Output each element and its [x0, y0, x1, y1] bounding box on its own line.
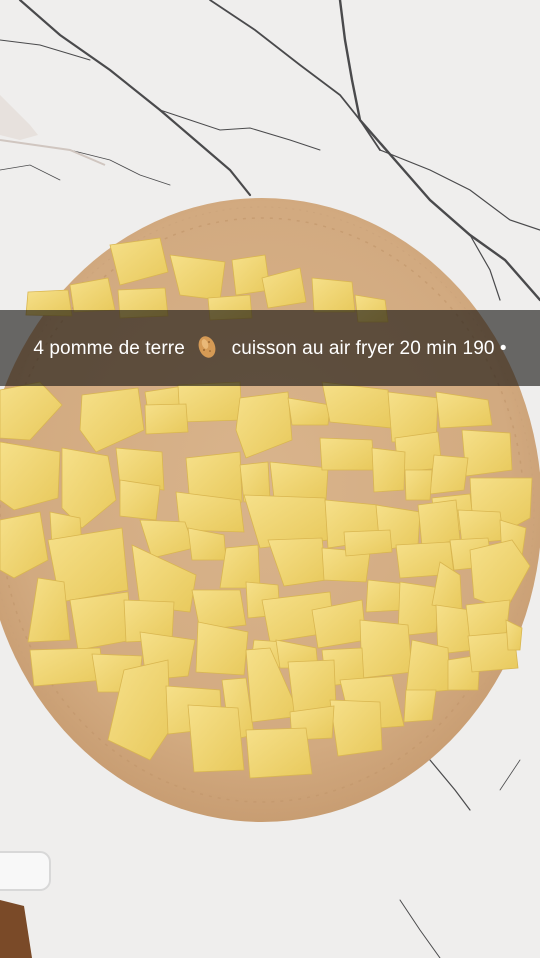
- photo-background: [0, 0, 540, 958]
- caption-text-part-2: cuisson au air fryer 20 min 190 •: [231, 337, 507, 359]
- caption-text: 4 pomme de terre cuisson au air fryer 20…: [33, 334, 507, 363]
- caption-text-part-1: 4 pomme de terre: [33, 337, 185, 359]
- white-cup: [0, 851, 51, 891]
- caption-bar: 4 pomme de terre cuisson au air fryer 20…: [0, 310, 540, 386]
- potato-emoji-icon: [198, 335, 216, 358]
